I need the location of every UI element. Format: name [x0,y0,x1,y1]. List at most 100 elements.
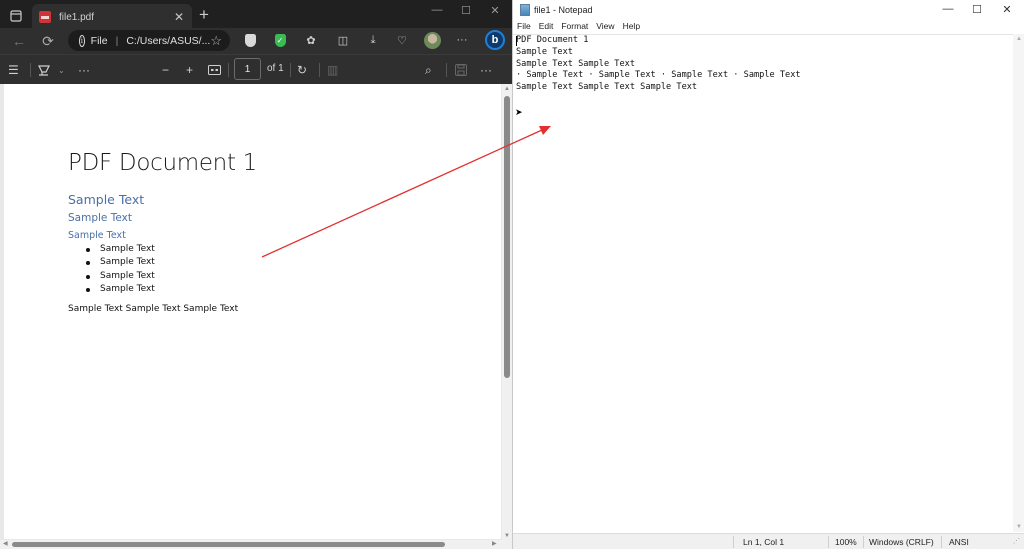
back-arrow-icon[interactable]: ← [10,32,28,50]
info-icon[interactable]: i [79,34,85,47]
rotate-icon[interactable]: ↻ [297,61,307,79]
scroll-down-arrow-icon[interactable]: ▼ [1016,524,1022,530]
browser-essentials-icon[interactable]: ♡ [395,33,409,47]
notepad-content[interactable]: PDF Document 1 Sample Text Sample Text S… [516,35,801,94]
chevron-down-icon[interactable]: ⌄ [58,61,65,79]
list-item: Sample Text [84,243,155,256]
scheme-label: File [90,34,108,47]
highlight-icon[interactable] [37,61,51,79]
toolbar-divider [446,63,447,77]
scrollbar-thumb[interactable] [504,96,510,378]
window-title: file1 - Notepad [534,5,593,15]
zoom-out-icon[interactable]: − [162,61,169,79]
pdf-heading-3: Sample Text [68,230,126,241]
desktop: file1.pdf ✕ + — ☐ ✕ ← ⟳ i File | C:/User… [0,0,1024,549]
address-bar[interactable]: i File | C:/Users/ASUS/... ☆ [68,30,230,51]
menu-file[interactable]: File [517,21,531,34]
pdf-horizontal-scrollbar[interactable]: ◀ ▶ [0,540,512,549]
split-screen-icon[interactable]: ◫ [336,33,350,47]
notepad-vertical-scrollbar[interactable]: ▲ ▼ [1013,34,1024,532]
menu-format[interactable]: Format [561,21,588,34]
resize-grip-icon[interactable]: ⋰ [1013,537,1020,545]
tab-bar: file1.pdf ✕ + — ☐ ✕ [0,0,512,30]
toolbar-divider [319,63,320,77]
notepad-app-icon [520,4,530,16]
pdf-more-icon[interactable]: ··· [480,61,492,79]
scroll-up-arrow-icon[interactable]: ▲ [504,86,510,92]
mouse-pointer-icon: ➤ [515,107,523,117]
minimize-button[interactable]: — [939,3,957,15]
zoom-in-icon[interactable]: + [186,61,193,79]
notepad-status-bar: Ln 1, Col 1 100% Windows (CRLF) ANSI ⋰ [513,533,1024,549]
search-icon[interactable]: ⌕ [425,61,432,79]
url-text: C:/Users/ASUS/... [126,34,211,47]
tab-file1-pdf[interactable]: file1.pdf ✕ [32,4,192,30]
close-window-button[interactable]: ✕ [486,4,504,17]
more-menu-icon[interactable]: ··· [455,33,469,47]
list-item: Sample Text [84,256,155,269]
pdf-title: PDF Document 1 [68,150,258,176]
pdf-paragraph: Sample Text Sample Text Sample Text [68,304,239,314]
bing-copilot-icon[interactable]: b [485,30,505,50]
text-caret [516,36,517,46]
toolbar-divider [290,63,291,77]
pdf-file-icon [39,11,51,23]
notepad-menu-bar: File Edit Format View Help [513,21,1024,34]
status-divider [733,536,734,548]
scroll-right-arrow-icon[interactable]: ▶ [492,540,497,547]
cursor-position: Ln 1, Col 1 [743,537,785,547]
pdf-heading-1: Sample Text [68,192,145,207]
maximize-button[interactable]: ☐ [968,3,986,16]
list-item: Sample Text [84,270,155,283]
fit-to-page-icon[interactable] [208,61,221,79]
minimize-button[interactable]: — [428,4,446,16]
line-ending: Windows (CRLF) [869,537,934,547]
status-divider [828,536,829,548]
downloads-icon[interactable]: ⤓ [366,33,380,47]
refresh-icon[interactable]: ⟳ [39,32,57,50]
new-tab-button[interactable]: + [196,6,212,24]
favorite-star-icon[interactable]: ☆ [210,33,222,49]
tab-title: file1.pdf [59,11,95,23]
pdf-bullet-list: Sample Text Sample Text Sample Text Samp… [84,243,155,296]
profile-avatar[interactable] [424,32,441,49]
page-number-input[interactable]: 1 [234,58,261,80]
pdf-toolbar: ☰ ⌄ ··· − + 1 of 1 ↻ ▥ ⌕ ··· [0,54,512,84]
close-icon[interactable]: ✕ [174,10,184,24]
pdf-vertical-scrollbar[interactable]: ▲ ▼ [502,84,512,540]
page-view-icon[interactable]: ▥ [327,61,338,79]
table-of-contents-icon[interactable]: ☰ [8,61,19,79]
pdf-page: PDF Document 1 Sample Text Sample Text S… [4,84,501,539]
toolbar-divider [30,63,31,77]
extension-adguard-icon[interactable]: ✓ [273,33,287,47]
encoding: ANSI [949,537,969,547]
separator: | [115,34,119,47]
scroll-down-arrow-icon[interactable]: ▼ [504,533,510,539]
pdf-viewer: PDF Document 1 Sample Text Sample Text S… [0,84,512,549]
tab-actions-icon[interactable] [6,6,26,26]
address-bar-row: ← ⟳ i File | C:/Users/ASUS/... ☆ ✓ ✿ ◫ ⤓… [0,28,512,54]
extensions-puzzle-icon[interactable]: ✿ [304,33,318,47]
more-tools-icon[interactable]: ··· [78,61,90,79]
pdf-heading-2: Sample Text [68,212,132,224]
extension-shield-icon[interactable] [243,33,257,47]
notepad-title-bar: file1 - Notepad — ☐ ✕ [513,0,1024,20]
notepad-window: file1 - Notepad — ☐ ✕ File Edit Format V… [512,0,1024,549]
menu-view[interactable]: View [596,21,614,34]
status-divider [863,536,864,548]
maximize-button[interactable]: ☐ [457,4,475,17]
status-divider [941,536,942,548]
scroll-up-arrow-icon[interactable]: ▲ [1016,36,1022,42]
menu-edit[interactable]: Edit [539,21,554,34]
scrollbar-thumb[interactable] [12,542,445,547]
notepad-text-area[interactable]: PDF Document 1 Sample Text Sample Text S… [513,34,1013,532]
close-window-button[interactable]: ✕ [998,3,1016,16]
page-total-label: of 1 [267,63,284,74]
list-item: Sample Text [84,283,155,296]
toolbar-divider [228,63,229,77]
save-icon[interactable] [455,61,467,79]
scroll-left-arrow-icon[interactable]: ◀ [3,540,8,547]
edge-browser-window: file1.pdf ✕ + — ☐ ✕ ← ⟳ i File | C:/User… [0,0,512,549]
menu-help[interactable]: Help [623,21,640,34]
zoom-level: 100% [835,537,857,547]
